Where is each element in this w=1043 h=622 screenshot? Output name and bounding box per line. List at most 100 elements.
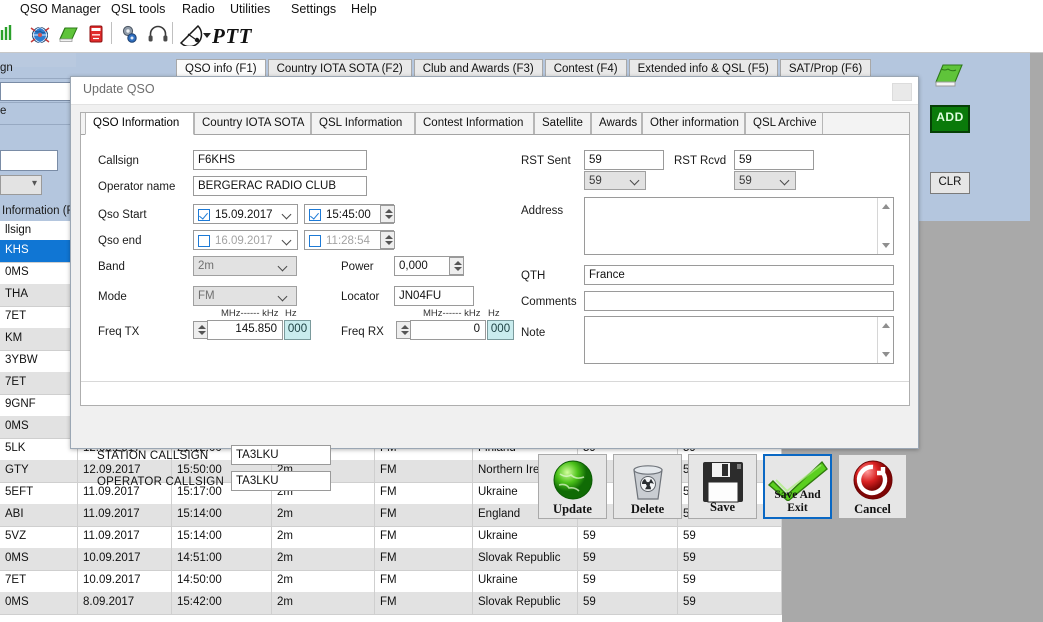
menu-item-utilities[interactable]: Utilities: [224, 0, 276, 18]
menu-item-qsl-tools[interactable]: QSL tools: [105, 0, 171, 18]
panel-callsign-input[interactable]: [0, 82, 78, 101]
table-cell-rst_s: 59: [578, 548, 678, 570]
cancel-button[interactable]: Cancel: [838, 454, 907, 519]
tab-qso-information[interactable]: QSO Information: [85, 113, 194, 135]
scroll-down-icon[interactable]: [882, 352, 890, 357]
qso-start-time-checkbox[interactable]: [309, 209, 321, 221]
green-book-icon[interactable]: [56, 22, 80, 46]
chevron-down-icon[interactable]: [279, 263, 287, 271]
chevron-down-icon[interactable]: [631, 177, 639, 185]
save-button[interactable]: Save: [688, 454, 757, 519]
globe-dx-icon[interactable]: [28, 22, 52, 46]
tab-qsl-information[interactable]: QSL Information: [311, 113, 415, 134]
table-row[interactable]: 7ET 10.09.2017 14:50:00 2m FM Ukraine 59 59: [0, 570, 782, 593]
chevron-down-icon[interactable]: [781, 177, 789, 185]
table-cell-callsign: 3YBW: [0, 350, 78, 372]
rst-sent-input[interactable]: 59: [584, 150, 664, 170]
freq-tx-spinner[interactable]: [193, 321, 208, 339]
freq-rx-hz-value[interactable]: 000: [487, 320, 514, 340]
panel-extra-input[interactable]: [0, 150, 58, 171]
tab-other-information[interactable]: Other information: [642, 113, 745, 134]
delete-button[interactable]: Delete: [613, 454, 682, 519]
table-cell-rst_s: 59: [578, 526, 678, 548]
signal-icon[interactable]: [0, 22, 24, 46]
operator-name-input[interactable]: BERGERAC RADIO CLUB: [193, 176, 367, 196]
qso-end-date-picker[interactable]: 16.09.2017: [193, 230, 298, 250]
locator-input[interactable]: JN04FU: [394, 286, 474, 306]
gears-icon[interactable]: [118, 22, 142, 46]
table-row[interactable]: 0MS 10.09.2017 14:51:00 2m FM Slovak Republic…: [0, 548, 782, 571]
address-scrollbar[interactable]: [877, 198, 893, 254]
rst-rcvd-input[interactable]: 59: [734, 150, 814, 170]
table-row[interactable]: 0MS 8.09.2017 15:42:00 2m FM Slovak Republic 5…: [0, 592, 782, 615]
qso-end-time-spinner[interactable]: [380, 231, 395, 249]
clr-button[interactable]: CLR: [930, 172, 970, 194]
freq-rx-spinner[interactable]: [396, 321, 411, 339]
panel-callsign-label: gn: [0, 62, 13, 74]
chevron-down-icon[interactable]: [203, 33, 211, 38]
qso-start-date-checkbox[interactable]: [198, 209, 210, 221]
table-cell-mode: FM: [375, 548, 473, 570]
tab-contest-information[interactable]: Contest Information: [415, 113, 534, 134]
menu-item-settings[interactable]: Settings: [285, 0, 342, 18]
note-label: Note: [521, 327, 546, 339]
table-cell-band: 2m: [272, 570, 375, 592]
freq-tx-hz-label: Hz: [285, 308, 297, 319]
tab-qsl-archive[interactable]: QSL Archive: [745, 113, 823, 134]
locator-label: Locator: [341, 291, 380, 303]
table-cell-callsign: 7ET: [0, 570, 78, 592]
table-cell-mode: FM: [375, 526, 473, 548]
freq-tx-unit-label: MHz------ kHz: [221, 308, 279, 319]
add-button[interactable]: ADD: [930, 105, 970, 133]
power-spinner[interactable]: [449, 257, 464, 275]
menu-item-radio[interactable]: Radio: [176, 0, 221, 18]
update-button[interactable]: Update: [538, 454, 607, 519]
callsign-input[interactable]: F6KHS: [193, 150, 367, 170]
address-textarea[interactable]: [584, 197, 894, 255]
column-header-callsign[interactable]: llsign: [0, 221, 31, 240]
tab-country-iota-sota[interactable]: Country IOTA SOTA: [194, 113, 311, 134]
mailbox-icon[interactable]: [84, 22, 108, 46]
note-textarea[interactable]: [584, 316, 894, 364]
table-cell-callsign: KM: [0, 328, 78, 350]
operator-callsign-input[interactable]: TA3LKU: [231, 471, 331, 491]
freq-rx-input[interactable]: 0: [410, 320, 486, 340]
note-scrollbar[interactable]: [877, 317, 893, 363]
table-row[interactable]: 5VZ 11.09.2017 15:14:00 2m FM Ukraine 59 59: [0, 526, 782, 549]
update-qso-dialog: Update QSO QSO Information Country IOTA …: [70, 76, 919, 519]
qth-input[interactable]: France: [584, 265, 894, 285]
save-and-exit-button[interactable]: Save And Exit: [763, 454, 832, 519]
station-callsign-input[interactable]: TA3LKU: [231, 445, 331, 465]
table-cell-callsign: 5EFT: [0, 482, 78, 504]
qso-start-time-spinner[interactable]: [380, 205, 395, 223]
menu-item-help[interactable]: Help: [345, 0, 383, 18]
dialog-control-button[interactable]: [892, 83, 912, 101]
table-cell-time: 15:14:00: [172, 526, 272, 548]
scroll-up-icon[interactable]: [882, 323, 890, 328]
scroll-down-icon[interactable]: [882, 243, 890, 248]
scroll-up-icon[interactable]: [882, 204, 890, 209]
green-book-icon-large[interactable]: [932, 60, 966, 90]
comments-input[interactable]: [584, 291, 894, 311]
satellite-dish-icon[interactable]: [178, 22, 206, 48]
freq-tx-hz-value[interactable]: 000: [284, 320, 311, 340]
panel-extra-combo[interactable]: ▾: [0, 175, 42, 195]
tab-satellite[interactable]: Satellite: [534, 113, 591, 134]
ptt-button[interactable]: PTT: [212, 24, 252, 49]
table-cell-date: 11.09.2017: [78, 504, 172, 526]
menu-item-qso-manager[interactable]: QSO Manager: [14, 0, 107, 18]
headset-icon[interactable]: [146, 22, 170, 46]
delete-button-label: Delete: [630, 502, 665, 516]
chevron-down-icon[interactable]: [283, 211, 291, 219]
table-cell-callsign: ABI: [0, 504, 78, 526]
chevron-down-icon[interactable]: [279, 293, 287, 301]
table-cell-callsign: 0MS: [0, 548, 78, 570]
chevron-down-icon[interactable]: [283, 237, 291, 245]
freq-tx-input[interactable]: 145.850: [207, 320, 283, 340]
cancel-button-label: Cancel: [854, 502, 891, 516]
tab-awards[interactable]: Awards: [591, 113, 642, 134]
qso-start-date-picker[interactable]: 15.09.2017: [193, 204, 298, 224]
qso-end-time-checkbox[interactable]: [309, 235, 321, 247]
qso-end-date-checkbox[interactable]: [198, 235, 210, 247]
table-cell-mode: FM: [375, 592, 473, 614]
